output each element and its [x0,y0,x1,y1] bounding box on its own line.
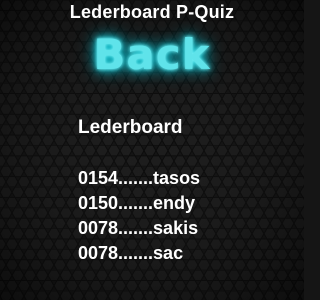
leaderboard-row: 0150.......endy [78,193,196,213]
back-button-label: Back [93,29,211,79]
leaderboard-list: 0154.......tasos 0150.......endy 0078...… [78,166,200,266]
page-title: Lederboard P-Quiz [69,2,235,22]
back-button[interactable]: Back [72,28,232,80]
leaderboard-row: 0078.......sakis [78,218,199,238]
leaderboard-row: 0078.......sac [78,243,184,263]
leaderboard-heading: Lederboard [78,117,183,138]
leaderboard-row: 0154.......tasos [78,168,201,188]
